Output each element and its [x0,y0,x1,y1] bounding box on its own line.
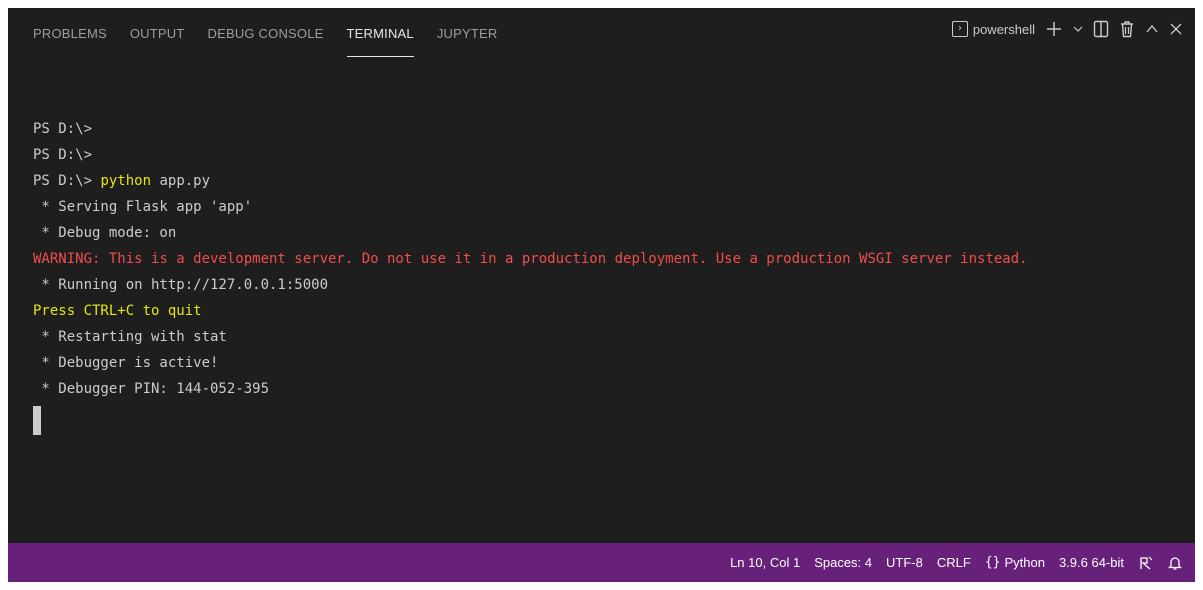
terminal-line: * Debug mode: on [33,225,177,241]
terminal-line: * Debugger PIN: 144-052-395 [33,381,270,397]
shell-selector[interactable]: › powershell [951,21,1035,37]
status-bar: Ln 10, Col 1 Spaces: 4 UTF-8 CRLF {} Pyt… [8,543,1195,582]
close-panel-button[interactable] [1169,22,1183,36]
close-icon [1170,23,1182,35]
terminal-line: * Restarting with stat [33,329,227,345]
kill-terminal-button[interactable] [1119,20,1135,38]
maximize-panel-button[interactable] [1145,23,1159,35]
chevron-up-icon [1146,24,1158,33]
terminal-line: PS D:\> [33,116,1185,142]
quit-hint-line: Press CTRL+C to quit [33,303,202,319]
tab-output[interactable]: OUTPUT [130,26,185,58]
terminal-cursor [33,406,41,435]
braces-icon: {} [984,555,1001,570]
language-label: Python [1004,555,1045,570]
cursor-position[interactable]: Ln 10, Col 1 [723,555,807,570]
terminal-panel: PROBLEMS OUTPUT DEBUG CONSOLE TERMINAL J… [8,8,1195,582]
python-interpreter[interactable]: 3.9.6 64-bit [1052,555,1131,570]
plus-icon [1047,22,1061,36]
cursor-line [33,402,1185,439]
terminal-line: PS D:\> [33,142,1185,168]
new-terminal-button[interactable] [1045,20,1063,38]
split-icon [1093,20,1109,38]
notifications-button[interactable] [1161,555,1189,571]
panel-header: PROBLEMS OUTPUT DEBUG CONSOLE TERMINAL J… [8,8,1195,66]
file-encoding[interactable]: UTF-8 [879,555,930,570]
terminal-icon: › [951,21,968,37]
feedback-button[interactable] [1131,555,1161,571]
tab-problems[interactable]: PROBLEMS [33,26,107,58]
panel-tabs: PROBLEMS OUTPUT DEBUG CONSOLE TERMINAL J… [33,26,521,58]
terminal-line: * Running on http://127.0.0.1:5000 [33,277,329,293]
trash-icon [1121,21,1133,38]
terminal-line: * Serving Flask app 'app' [33,199,253,215]
command-args: app.py [151,173,211,189]
prompt: PS D:\> [33,121,93,137]
split-terminal-button[interactable] [1093,20,1109,38]
terminal-actions: › powershell [951,20,1183,38]
chevron-down-icon [1073,26,1083,32]
terminal-line: * Debugger is active! [33,355,219,371]
tab-debug-console[interactable]: DEBUG CONSOLE [208,26,324,58]
shell-label: powershell [972,21,1035,37]
bell-icon [1168,556,1182,570]
tab-terminal[interactable]: TERMINAL [346,26,415,58]
command: python [100,173,152,189]
terminal-output[interactable]: PS D:\> PS D:\> PS D:\> python app.py * … [33,116,1185,439]
language-mode[interactable]: {} Python [978,555,1052,570]
warning-line: WARNING: This is a development server. D… [33,251,1028,267]
feedback-icon [1140,556,1153,569]
launch-profile-button[interactable] [1073,24,1083,34]
end-of-line[interactable]: CRLF [930,555,978,570]
terminal-line: PS D:\> python app.py [33,168,1185,194]
indentation[interactable]: Spaces: 4 [807,555,879,570]
tab-jupyter[interactable]: JUPYTER [437,26,498,58]
prompt: PS D:\> [33,173,93,189]
prompt: PS D:\> [33,147,93,163]
